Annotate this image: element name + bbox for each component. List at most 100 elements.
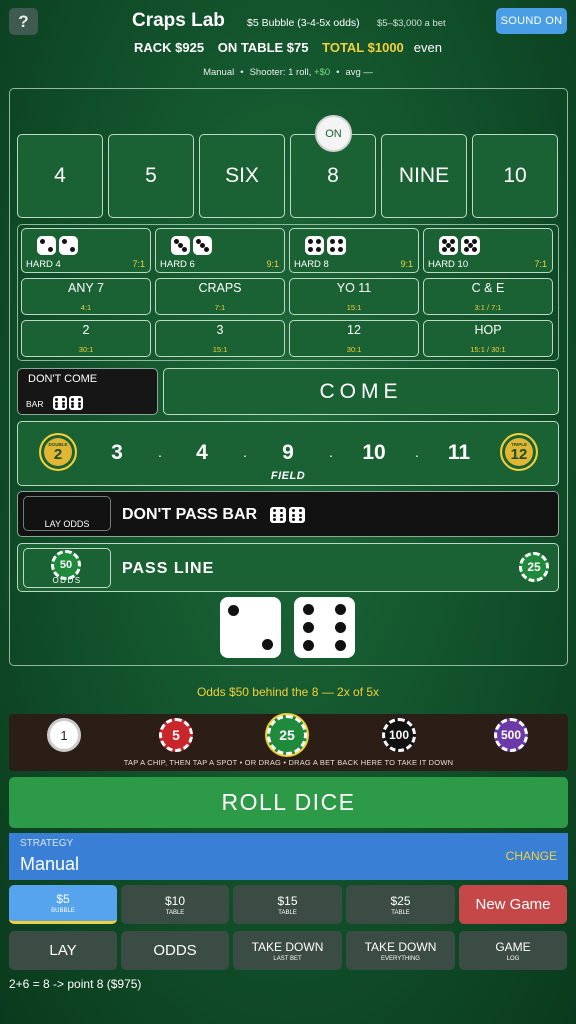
hard-6-payout: 9:1 bbox=[266, 259, 279, 269]
pass-line-bet[interactable]: 50 ODDS PASS LINE 25 bbox=[17, 543, 559, 592]
table-10-button[interactable]: $10 TABLE bbox=[121, 885, 229, 924]
prop-payout: 15:1 / 30:1 bbox=[470, 345, 506, 354]
field-number: 10 bbox=[362, 441, 386, 464]
pass-line-chip-25[interactable]: 25 bbox=[519, 552, 549, 582]
rack-amount: RACK $925 bbox=[134, 40, 205, 55]
tray-hint: TAP A CHIP, THEN TAP A SPOT • OR DRAG • … bbox=[123, 758, 454, 767]
total-amount: TOTAL $1000 bbox=[322, 40, 404, 55]
place-number-4[interactable]: 4 bbox=[17, 134, 103, 218]
hard-8-payout: 9:1 bbox=[400, 259, 413, 269]
mode-text: Manual bbox=[203, 67, 235, 78]
prop-label: ANY 7 bbox=[68, 281, 104, 295]
game-log-button[interactable]: GAME LOG bbox=[459, 931, 567, 970]
help-button[interactable]: ? bbox=[9, 8, 38, 35]
chip-100[interactable]: 100 bbox=[382, 718, 416, 752]
hard-10-label: HARD 10 bbox=[428, 259, 469, 270]
prop-payout: 30:1 bbox=[346, 345, 362, 354]
prop-label: 12 bbox=[347, 323, 361, 337]
roll-log-line: 2+6 = 8 -> point 8 ($975) bbox=[9, 977, 142, 991]
lay-odds-label: LAY ODDS bbox=[44, 519, 90, 529]
yo-11-bet[interactable]: YO 11 15:1 bbox=[289, 278, 419, 315]
chip-500[interactable]: 500 bbox=[494, 718, 528, 752]
place-number-6[interactable]: SIX bbox=[199, 134, 285, 218]
place-number-10[interactable]: 10 bbox=[472, 134, 558, 218]
roll-dice-button[interactable]: ROLL DICE bbox=[9, 777, 568, 828]
hard-8-label: HARD 8 bbox=[294, 259, 329, 270]
prop-label: HOP bbox=[474, 323, 502, 337]
die-right-six bbox=[294, 597, 355, 658]
avg-text: avg — bbox=[345, 67, 373, 78]
prop-label: 3 bbox=[216, 323, 224, 337]
dont-pass-bar-bet[interactable]: LAY ODDS DON'T PASS BAR bbox=[17, 491, 559, 537]
field-separator: · bbox=[157, 447, 163, 463]
field-label: FIELD bbox=[270, 470, 306, 482]
odds-message: Odds $50 behind the 8 — 2x of 5x bbox=[196, 685, 380, 699]
field-number: 4 bbox=[196, 441, 208, 464]
prop-label: CRAPS bbox=[198, 281, 242, 295]
field-bet[interactable]: DOUBLE 2 3 · 4 · 9 · 10 · 11 TRIPLE 12 FIE… bbox=[17, 421, 559, 486]
chip-25-selected[interactable]: 25 bbox=[267, 715, 307, 755]
hop-bet[interactable]: HOP 15:1 / 30:1 bbox=[423, 320, 553, 357]
dice-pair-icon bbox=[439, 236, 480, 255]
strategy-selector[interactable]: STRATEGY Manual CHANGE bbox=[9, 833, 568, 880]
hard-8-bet[interactable]: HARD 8 9:1 bbox=[289, 228, 419, 273]
place-number-9[interactable]: NINE bbox=[381, 134, 467, 218]
strategy-change-link[interactable]: CHANGE bbox=[506, 849, 557, 863]
prop-payout: 15:1 bbox=[346, 303, 362, 312]
chip-5[interactable]: 5 bbox=[159, 718, 193, 752]
sound-toggle-button[interactable]: SOUND ON bbox=[496, 8, 567, 34]
field-separator: · bbox=[242, 447, 248, 463]
hard-4-bet[interactable]: HARD 4 7:1 bbox=[21, 228, 151, 273]
shooter-gain: +$0 bbox=[314, 67, 331, 78]
table-subtitle: $5 Bubble (3-4-5x odds) bbox=[247, 17, 360, 29]
dont-come-bet[interactable]: DON'T COME BAR bbox=[17, 368, 158, 415]
prop-payout: 15:1 bbox=[212, 345, 228, 354]
bar-12-dice-icon bbox=[53, 396, 83, 410]
session-info: Manual • Shooter: 1 roll, +$0 • avg — bbox=[203, 67, 373, 78]
odds-button[interactable]: ODDS bbox=[121, 931, 229, 970]
prop-label: C & E bbox=[471, 281, 505, 295]
field-separator: · bbox=[414, 447, 420, 463]
field-number: 9 bbox=[282, 441, 294, 464]
table-15-button[interactable]: $15 TABLE bbox=[233, 885, 342, 924]
field-number: 11 bbox=[447, 441, 471, 464]
die-left-two bbox=[220, 597, 281, 658]
pass-line-label: PASS LINE bbox=[122, 560, 215, 577]
prop-payout: 30:1 bbox=[78, 345, 94, 354]
hard-10-bet[interactable]: HARD 10 7:1 bbox=[423, 228, 553, 273]
bar-label: BAR bbox=[26, 399, 44, 409]
prop-payout: 7:1 bbox=[214, 303, 226, 312]
take-down-everything-button[interactable]: TAKE DOWN EVERYTHING bbox=[346, 931, 455, 970]
pass-odds-spot[interactable]: 50 ODDS bbox=[23, 548, 111, 588]
field-triple-12-badge: TRIPLE 12 bbox=[500, 433, 538, 471]
hard-4-label: HARD 4 bbox=[26, 259, 61, 270]
boxcars-12-bet[interactable]: 12 30:1 bbox=[289, 320, 419, 357]
c-and-e-bet[interactable]: C & E 3:1 / 7:1 bbox=[423, 278, 553, 315]
lay-odds-spot[interactable]: LAY ODDS bbox=[23, 496, 111, 531]
aces-2-bet[interactable]: 2 30:1 bbox=[21, 320, 151, 357]
bar-12-dice-icon bbox=[270, 507, 305, 523]
odds-label: ODDS bbox=[52, 576, 82, 585]
chip-1[interactable]: 1 bbox=[47, 718, 81, 752]
dice-pair-icon bbox=[171, 236, 212, 255]
dont-come-label: DON'T COME bbox=[28, 373, 98, 385]
prop-payout: 4:1 bbox=[80, 303, 92, 312]
lay-button[interactable]: LAY bbox=[9, 931, 117, 970]
table-25-button[interactable]: $25 TABLE bbox=[346, 885, 455, 924]
field-separator: · bbox=[328, 447, 334, 463]
new-game-button[interactable]: New Game bbox=[459, 885, 567, 924]
any-craps-bet[interactable]: CRAPS 7:1 bbox=[155, 278, 285, 315]
prop-label: YO 11 bbox=[336, 281, 372, 295]
chip-tray[interactable]: 1 5 25 100 500 TAP A CHIP, THEN TAP A SP… bbox=[9, 714, 568, 771]
come-bet[interactable]: COME bbox=[163, 368, 559, 415]
bet-limits: $5–$3,000 a bet bbox=[377, 18, 446, 29]
table-5-bubble-button[interactable]: $5 BUBBLE bbox=[9, 885, 117, 924]
ace-deuce-3-bet[interactable]: 3 15:1 bbox=[155, 320, 285, 357]
any-7-bet[interactable]: ANY 7 4:1 bbox=[21, 278, 151, 315]
strategy-label: STRATEGY bbox=[20, 838, 74, 849]
prop-payout: 3:1 / 7:1 bbox=[474, 303, 502, 312]
take-down-last-bet-button[interactable]: TAKE DOWN LAST BET bbox=[233, 931, 342, 970]
hard-6-bet[interactable]: HARD 6 9:1 bbox=[155, 228, 285, 273]
hard-10-payout: 7:1 bbox=[534, 259, 547, 269]
place-number-5[interactable]: 5 bbox=[108, 134, 194, 218]
